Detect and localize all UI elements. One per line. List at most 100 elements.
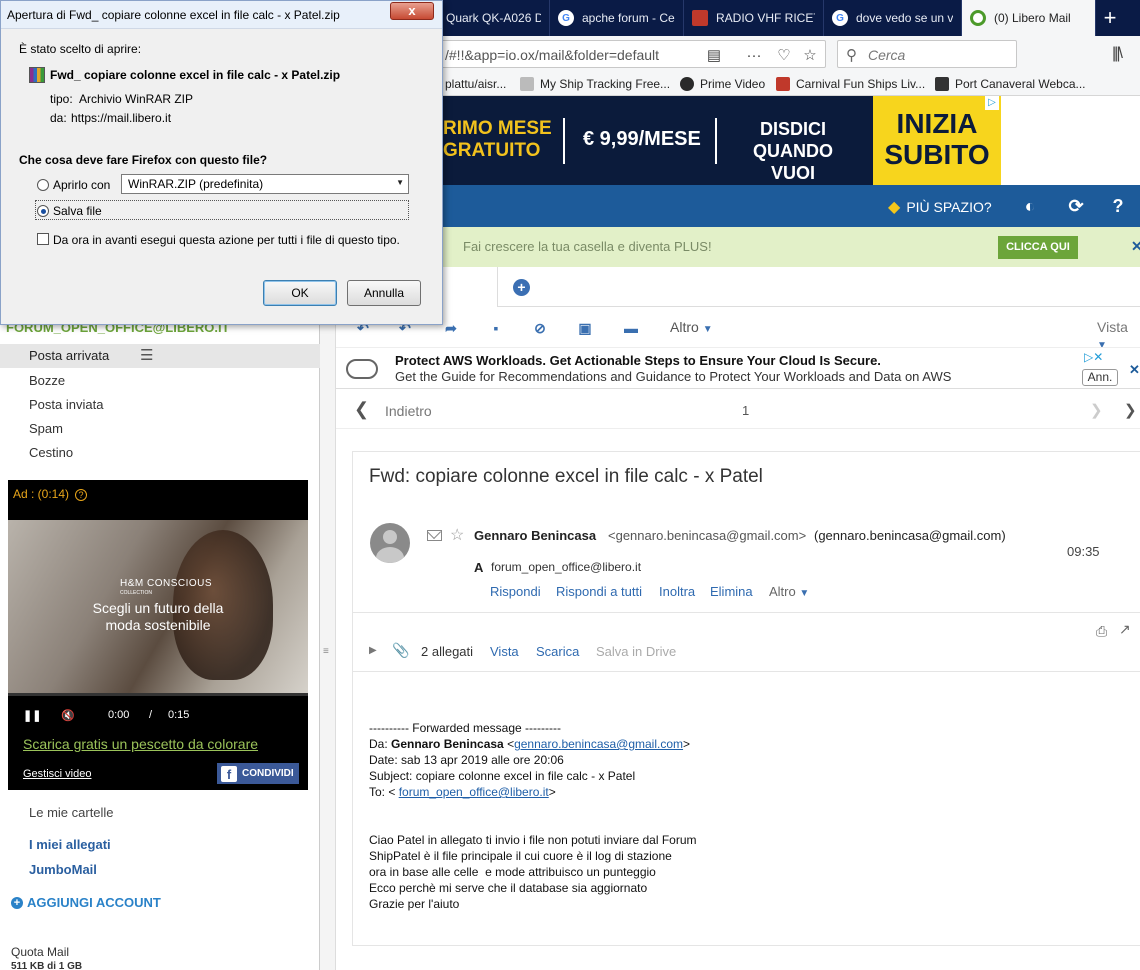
forward-button[interactable]: Inoltra [659,584,695,599]
pocket-icon[interactable]: ♡ [775,47,793,65]
tab-quark[interactable]: Quark QK-A026 D [438,0,550,36]
banner-divider [563,118,565,164]
sender-email: <gennaro.benincasa@gmail.com> [608,528,807,543]
banner-cta-button[interactable]: INIZIA SUBITO [873,96,1001,185]
video-ad[interactable]: Ad : (0:14)? H&M CONSCIOUS COLLECTION Sc… [8,480,308,790]
bookmark-item[interactable]: Port Canaveral Webca... [935,75,1086,93]
page-actions-icon[interactable]: ··· [745,47,763,65]
pane-splitter[interactable]: ≡ [320,320,336,970]
compose-plus-icon[interactable]: + [513,279,530,296]
sidebar-item-inbox[interactable]: Posta arrivata ☰ [0,344,320,368]
delete-button[interactable]: Elimina [710,584,753,599]
close-icon[interactable]: ✕ [1131,238,1140,255]
to-address[interactable]: forum_open_office@libero.it [491,560,641,574]
video-progress-bar[interactable] [8,693,308,696]
sidebar-item-trash[interactable]: Cestino [29,445,73,460]
my-folders-label[interactable]: Le mie cartelle [29,805,114,820]
tab-libero-mail[interactable]: (0) Libero Mail [962,0,1096,36]
bookmark-item[interactable]: plattu/aisr... [445,75,506,93]
drag-handle-icon[interactable]: ≡ [323,646,329,657]
body-sender-link[interactable]: gennaro.benincasa@gmail.com [514,737,683,751]
application-select[interactable]: WinRAR.ZIP (predefinita) ▼ [121,174,409,194]
compose-bar: + [497,267,1140,307]
chevron-down-icon[interactable]: ❯ [1124,401,1137,419]
bookmark-label: Carnival Fun Ships Liv... [796,77,926,91]
video-claim: Scegli un futuro della moda sostenibile [92,600,224,633]
bookmark-item[interactable]: Carnival Fun Ships Liv... [776,75,925,93]
help-icon[interactable]: ? [1107,195,1129,217]
refresh-icon[interactable]: ⟳ [1065,195,1087,217]
manage-video-link[interactable]: Gestisci video [23,768,91,780]
url-bar[interactable]: /#!!&app=io.ox/mail&folder=default ▤ ···… [430,40,826,68]
star-icon[interactable]: ☆ [450,525,464,545]
sidebar-item-spam[interactable]: Spam [29,421,63,436]
folder-move-icon[interactable]: ▬ [622,319,640,337]
attachments-count[interactable]: 2 allegati [421,644,473,659]
popout-icon[interactable]: ↗ [1119,621,1131,638]
type-label: tipo: [50,92,73,106]
tab-radio-vhf[interactable]: RADIO VHF RICET [684,0,824,36]
facebook-share-button[interactable]: f CONDIVIDI [217,763,299,784]
banner-ad[interactable]: RIMO MESE GRATUITO € 9,99/MESE DISDICI Q… [443,96,1001,185]
remember-choice-checkbox[interactable] [37,233,49,245]
bookmark-item[interactable]: Prime Video [680,75,765,93]
library-icon[interactable]: |||\ [1112,45,1123,63]
video-ad-link[interactable]: Scarica gratis un pescetto da colorare [23,736,258,752]
save-file-label[interactable]: Salva file [53,204,102,218]
dialog-close-button[interactable]: x [390,2,434,20]
hamburger-icon[interactable]: ☰ [140,346,153,364]
jumbomail-link[interactable]: JumboMail [29,862,97,877]
bookmark-item[interactable]: My Ship Tracking Free... [520,75,670,93]
reply-all-button[interactable]: Rispondi a tutti [556,584,642,599]
chevron-left-icon[interactable]: ❮ [354,399,369,420]
more-actions-button[interactable]: Altro ▼ [670,319,713,335]
attachments-view-button[interactable]: Vista [490,644,519,659]
open-with-label[interactable]: Aprirlo con [53,178,110,192]
remember-choice-label[interactable]: Da ora in avanti esegui questa azione pe… [53,233,400,247]
add-account-button[interactable]: + AGGIUNGI ACCOUNT [11,895,161,910]
attachments-download-button[interactable]: Scarica [536,644,579,659]
aws-ad-button[interactable]: Ann. [1082,369,1118,386]
archive-icon[interactable]: ▣ [576,319,594,337]
sidebar-item-sent[interactable]: Posta inviata [29,397,103,412]
forward-icon[interactable]: ➦ [442,319,460,337]
close-icon[interactable]: ✕ [1129,362,1140,378]
aws-ad[interactable]: Protect AWS Workloads. Get Actionable St… [336,347,1140,389]
sender-name[interactable]: Gennaro Benincasa [474,528,596,543]
dialog-title-bar[interactable]: Apertura di Fwd_ copiare colonne excel i… [1,1,442,29]
adchoices-icon[interactable]: ▷✕ [1084,350,1103,364]
save-to-drive-button[interactable]: Salva in Drive [596,644,676,659]
adchoices-icon[interactable]: ▷ [985,96,999,110]
video-frame[interactable]: H&M CONSCIOUS COLLECTION Scegli un futur… [8,520,308,695]
reply-button[interactable]: Rispondi [490,584,541,599]
expand-triangle-icon[interactable]: ▶ [369,645,377,656]
forward-date: Date: sab 13 apr 2019 alle ore 20:06 [369,753,564,767]
view-label: Vista [1097,319,1128,335]
envelope-icon[interactable] [427,530,442,541]
block-icon[interactable]: ⊘ [531,319,549,337]
trash-icon[interactable]: ▪ [487,319,505,337]
tab-apache-forum[interactable]: G apche forum - Ce [550,0,684,36]
reader-view-icon[interactable]: ▤ [705,47,723,65]
ok-button[interactable]: OK [263,280,337,306]
save-file-radio[interactable] [37,205,49,217]
back-button[interactable]: Indietro [385,403,432,419]
cancel-button[interactable]: Annulla [347,280,421,306]
my-attachments-link[interactable]: I miei allegati [29,837,111,852]
message-more-button[interactable]: Altro ▼ [769,584,809,599]
chevron-up-icon[interactable]: ❯ [1090,401,1103,419]
mute-icon[interactable]: 🔇 [61,709,75,722]
more-space-button[interactable]: ◆ PIÙ SPAZIO? [888,197,992,217]
body-recipient-link[interactable]: forum_open_office@libero.it [399,785,549,799]
info-icon[interactable]: ? [75,489,88,501]
sidebar-item-drafts[interactable]: Bozze [29,373,65,388]
plus-promo-button[interactable]: CLICCA QUI [998,236,1078,259]
open-with-radio[interactable] [37,179,49,191]
search-input[interactable]: ⚲ Cerca [837,40,1017,68]
bookmark-star-icon[interactable]: ☆ [801,47,819,65]
notifications-icon[interactable]: ◐ [1019,195,1041,217]
dialog-intro: È stato scelto di aprire: [19,42,142,56]
pause-icon[interactable]: ❚❚ [23,709,41,722]
new-tab-button[interactable]: + [1096,4,1124,32]
tab-dove-vedo[interactable]: G dove vedo se un v [824,0,962,36]
